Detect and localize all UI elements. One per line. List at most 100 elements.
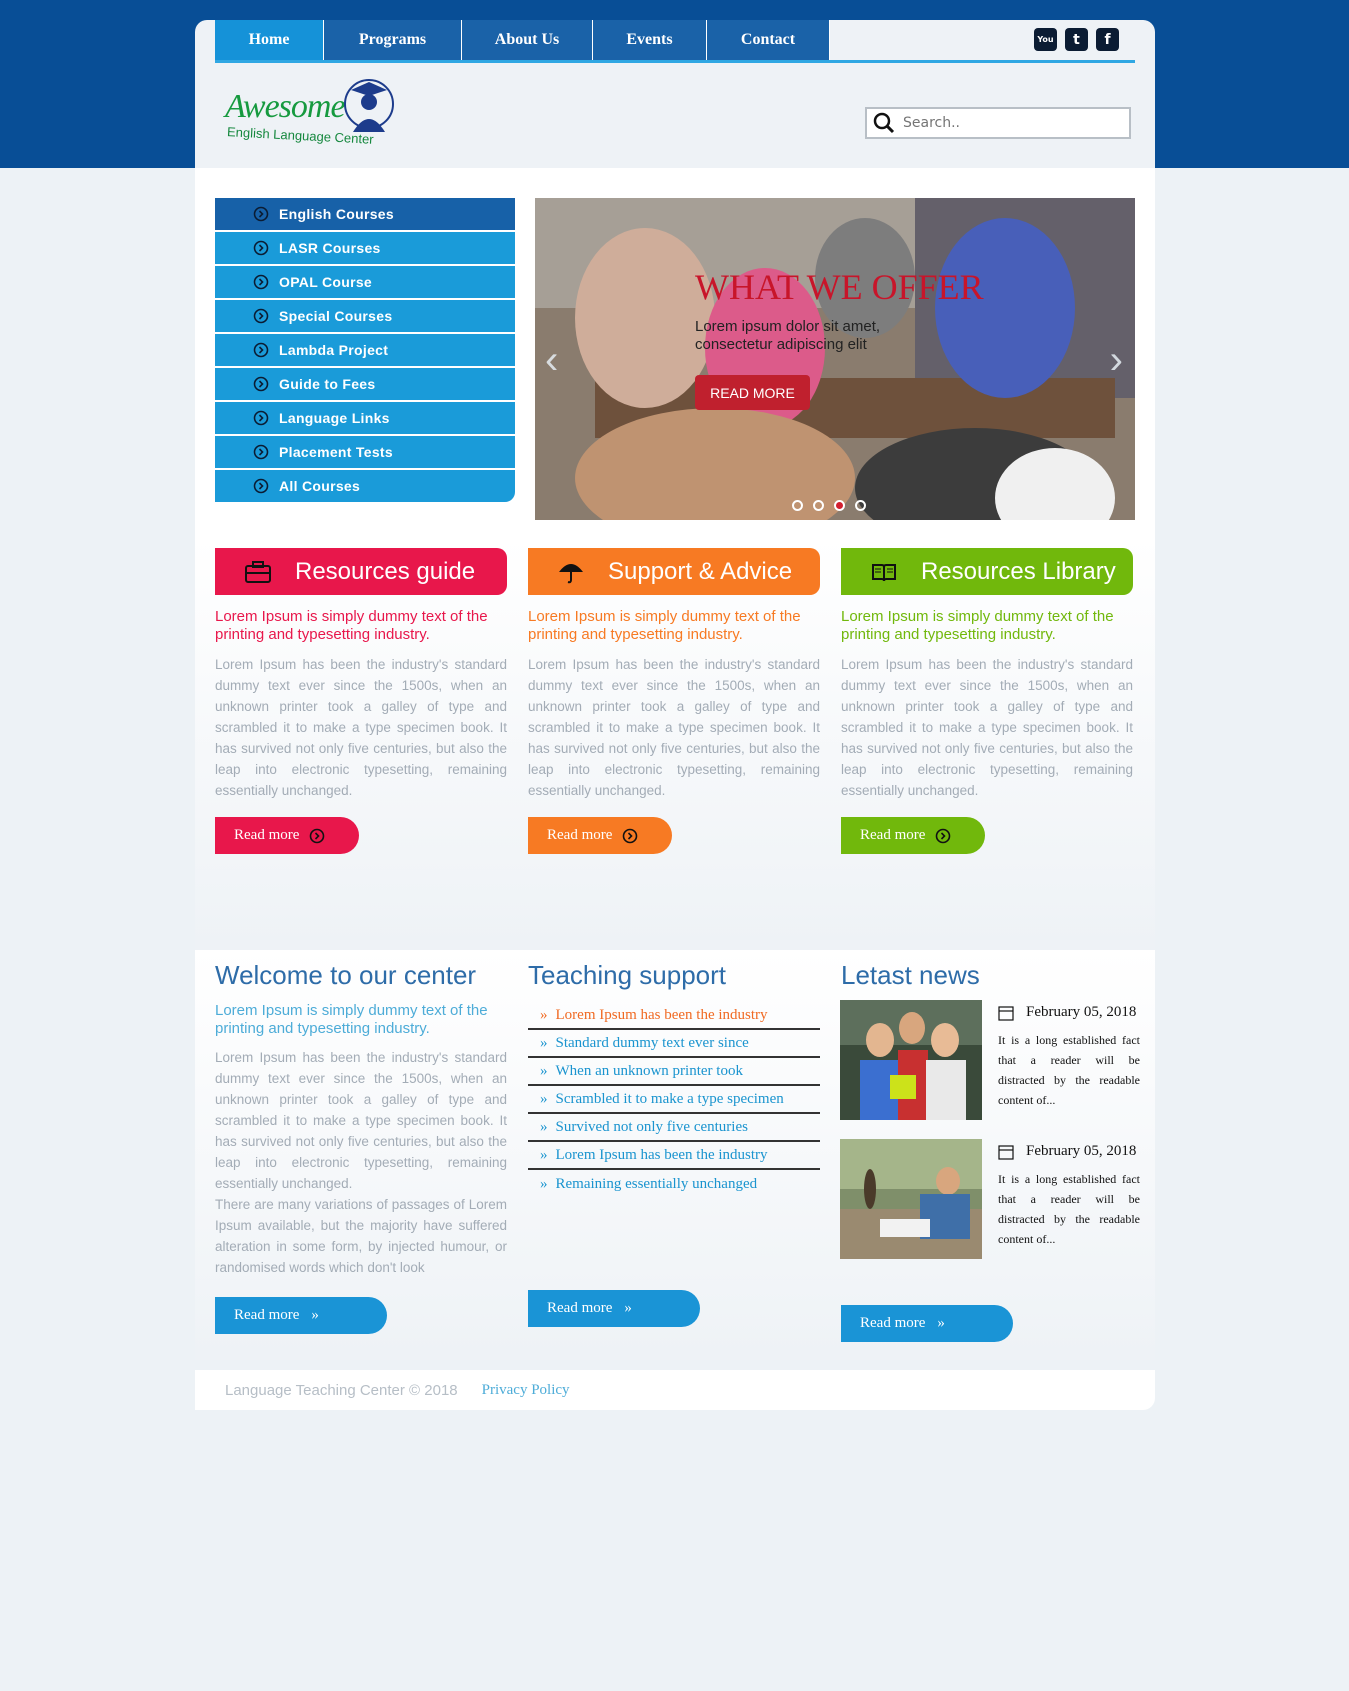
news-date: February 05, 2018 — [998, 1143, 1136, 1160]
double-chevron-icon: » — [624, 1300, 632, 1316]
menu-lasr-courses[interactable]: LASR Courses — [215, 232, 515, 264]
feature-resources-library: Resources Library Lorem Ipsum is simply … — [841, 548, 1133, 801]
menu-all-courses[interactable]: All Courses — [215, 470, 515, 502]
button-label: Read more — [234, 827, 300, 843]
menu-label: OPAL Course — [279, 274, 373, 290]
support-advice-read-more-button[interactable]: Read more — [528, 817, 672, 854]
menu-label: Guide to Fees — [279, 376, 376, 392]
teaching-title: Teaching support — [528, 960, 727, 990]
menu-label: Lambda Project — [279, 342, 389, 358]
circle-arrow-icon — [310, 828, 325, 843]
features-section: Resources guide Lorem Ipsum is simply du… — [195, 538, 1155, 950]
welcome-body: Lorem Ipsum has been the industry's stan… — [215, 1047, 507, 1278]
feature-subtitle: Lorem Ipsum is simply dummy text of the … — [841, 608, 1114, 643]
welcome-read-more-button[interactable]: Read more » — [215, 1297, 387, 1334]
link-label: When an unknown printer took — [555, 1062, 743, 1079]
circle-arrow-icon — [936, 828, 951, 843]
menu-placement-tests[interactable]: Placement Tests — [215, 436, 515, 468]
facebook-icon[interactable]: f — [1096, 28, 1119, 51]
news-text: It is a long established fact that a rea… — [998, 1033, 1140, 1107]
welcome-title: Welcome to our center — [215, 960, 477, 990]
circle-arrow-icon — [253, 410, 269, 426]
menu-label: All Courses — [279, 478, 361, 494]
date-label: February 05, 2018 — [1026, 1004, 1137, 1020]
menu-guide-to-fees[interactable]: Guide to Fees — [215, 368, 515, 400]
slide-read-more-button[interactable]: READ MORE — [695, 375, 810, 410]
nav-events[interactable]: Events — [593, 20, 707, 60]
circle-arrow-icon — [623, 828, 638, 843]
double-chevron-icon: » — [311, 1307, 319, 1323]
feature-subtitle: Lorem Ipsum is simply dummy text of the … — [528, 608, 801, 643]
link-label: Survived not only five centuries — [555, 1118, 748, 1135]
circle-arrow-icon — [253, 206, 269, 222]
social-links: You t f — [1034, 28, 1119, 51]
nav-contact[interactable]: Contact — [707, 20, 830, 60]
feature-header: Support & Advice — [528, 548, 820, 595]
slider-dot[interactable] — [792, 500, 803, 511]
teaching-read-more-button[interactable]: Read more » — [528, 1290, 700, 1327]
logo-word: Awesome — [225, 88, 346, 125]
slider-dot[interactable] — [813, 500, 824, 511]
menu-special-courses[interactable]: Special Courses — [215, 300, 515, 332]
book-icon — [872, 564, 896, 582]
circle-arrow-icon — [253, 240, 269, 256]
news-text: It is a long established fact that a rea… — [998, 1172, 1140, 1246]
circle-arrow-icon — [253, 478, 269, 494]
slider-dot[interactable] — [855, 500, 866, 511]
link-label: Standard dummy text ever since — [555, 1034, 749, 1051]
slider-dot-active[interactable] — [834, 500, 845, 511]
search-input[interactable] — [901, 114, 1125, 132]
news-date: February 05, 2018 — [998, 1004, 1136, 1021]
footer: Language Teaching Center © 2018 Privacy … — [195, 1370, 1155, 1410]
teaching-link[interactable]: » Scrambled it to make a type specimen — [528, 1086, 820, 1114]
feature-body: Lorem Ipsum has been the industry's stan… — [841, 657, 1133, 798]
feature-subtitle: Lorem Ipsum is simply dummy text of the … — [215, 608, 488, 643]
feature-resources-guide: Resources guide Lorem Ipsum is simply du… — [215, 548, 507, 801]
feature-header: Resources Library — [841, 548, 1133, 595]
menu-label: Placement Tests — [279, 444, 393, 460]
privacy-policy-link[interactable]: Privacy Policy — [482, 1382, 570, 1399]
nav-programs[interactable]: Programs — [324, 20, 462, 60]
youtube-icon[interactable]: You — [1034, 28, 1057, 51]
teaching-link[interactable]: » Lorem Ipsum has been the industry — [528, 1142, 820, 1170]
double-chevron-icon: » — [540, 1062, 548, 1079]
page-container: Home Programs About Us Events Contact Yo… — [195, 20, 1155, 1410]
menu-label: LASR Courses — [279, 240, 381, 256]
teaching-link[interactable]: » Remaining essentially unchanged — [528, 1170, 820, 1198]
slider-prev-icon[interactable]: ‹ — [545, 338, 558, 383]
double-chevron-icon: » — [540, 1090, 548, 1107]
hero-section: English Courses LASR Courses OPAL Course… — [195, 168, 1155, 538]
resources-guide-read-more-button[interactable]: Read more — [215, 817, 359, 854]
header: Home Programs About Us Events Contact Yo… — [195, 20, 1155, 168]
menu-lambda-project[interactable]: Lambda Project — [215, 334, 515, 366]
slider-next-icon[interactable]: › — [1110, 338, 1123, 383]
bottom-section: Welcome to our center Lorem Ipsum is sim… — [195, 950, 1155, 1360]
button-label: Read more — [547, 827, 613, 843]
teaching-link[interactable]: » When an unknown printer took — [528, 1058, 820, 1086]
double-chevron-icon: » — [540, 1034, 548, 1051]
teaching-link[interactable]: » Survived not only five centuries — [528, 1114, 820, 1142]
nav-home[interactable]: Home — [215, 20, 324, 60]
resources-library-read-more-button[interactable]: Read more — [841, 817, 985, 854]
button-label: Read more — [234, 1307, 300, 1323]
slide-title: WHAT WE OFFER — [695, 267, 984, 307]
circle-arrow-icon — [253, 308, 269, 324]
nav-about-us[interactable]: About Us — [462, 20, 593, 60]
feature-body: Lorem Ipsum has been the industry's stan… — [215, 657, 507, 798]
teaching-link[interactable]: » Lorem Ipsum has been the industry — [528, 1002, 820, 1030]
menu-opal-course[interactable]: OPAL Course — [215, 266, 515, 298]
search-box — [865, 107, 1131, 139]
double-chevron-icon: » — [937, 1315, 945, 1331]
slider-dots — [792, 500, 866, 511]
twitter-icon[interactable]: t — [1065, 28, 1088, 51]
menu-english-courses[interactable]: English Courses — [215, 198, 515, 230]
news-read-more-button[interactable]: Read more » — [841, 1305, 1013, 1342]
teaching-link[interactable]: » Standard dummy text ever since — [528, 1030, 820, 1058]
double-chevron-icon: » — [540, 1175, 548, 1192]
menu-language-links[interactable]: Language Links — [215, 402, 515, 434]
date-label: February 05, 2018 — [1026, 1143, 1137, 1159]
link-label: Lorem Ipsum has been the industry — [555, 1146, 768, 1163]
logo[interactable]: Awesome English Language Center — [225, 76, 405, 166]
calendar-icon — [998, 1005, 1014, 1021]
menu-label: Special Courses — [279, 308, 393, 324]
